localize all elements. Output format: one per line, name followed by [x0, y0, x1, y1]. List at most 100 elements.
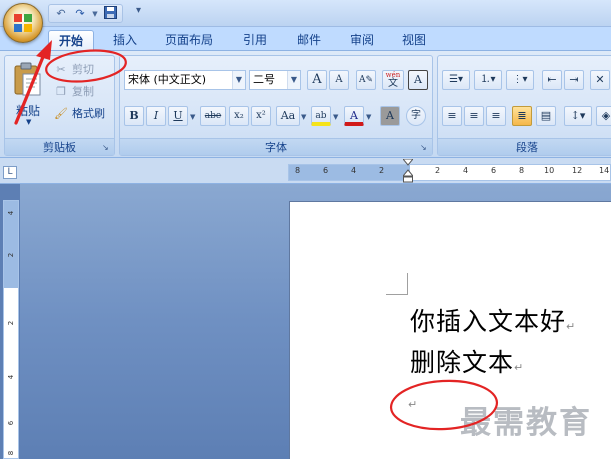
- font-size-dropdown-icon[interactable]: ▼: [287, 71, 300, 89]
- grow-font-label: A: [312, 72, 322, 87]
- ruler-tick: 4: [7, 374, 15, 380]
- decrease-indent-button[interactable]: ⇤: [542, 70, 562, 90]
- phonetic-guide-button[interactable]: wén 文: [382, 70, 404, 90]
- line-spacing-icon: ↕▾: [570, 109, 586, 122]
- empty-paragraph-mark[interactable]: ↵: [408, 398, 417, 411]
- chinese-layout-button[interactable]: ✕: [590, 70, 610, 90]
- font-dialog-launcher-icon[interactable]: ↘: [420, 143, 429, 152]
- tab-insert[interactable]: 插入: [103, 30, 147, 51]
- change-case-dropdown-icon[interactable]: ▼: [301, 113, 306, 121]
- undo-icon[interactable]: ↶: [53, 6, 69, 22]
- italic-label: I: [153, 109, 159, 122]
- shrink-font-button[interactable]: A: [329, 70, 349, 90]
- ruler-tick: 12: [572, 166, 583, 175]
- change-case-button[interactable]: Aa: [276, 106, 300, 126]
- character-border-button[interactable]: A: [408, 70, 428, 90]
- align-left-button[interactable]: ≡: [442, 106, 462, 126]
- font-size-combo[interactable]: 二号 ▼: [249, 70, 301, 90]
- clipboard-dialog-launcher-icon[interactable]: ↘: [102, 143, 111, 152]
- tab-mailings[interactable]: 邮件: [287, 30, 331, 51]
- distributed-icon: ▤: [540, 109, 552, 122]
- format-painter-button[interactable]: 🖌 格式刷: [53, 104, 105, 124]
- ruler-tick: 4: [463, 166, 469, 175]
- increase-indent-button[interactable]: ⇥: [564, 70, 584, 90]
- clear-format-icon: A✎: [358, 75, 374, 85]
- ruler-tick: 4: [351, 166, 357, 175]
- font-color-button[interactable]: A: [344, 106, 364, 126]
- title-bar: ↶ ↷ ▼ ▾: [0, 0, 611, 27]
- font-color-dropdown-icon[interactable]: ▼: [366, 113, 371, 121]
- clipboard-group-label: 剪贴板: [5, 138, 114, 155]
- tab-selector-button[interactable]: L: [3, 166, 17, 179]
- strikethrough-button[interactable]: abe: [200, 106, 226, 126]
- enclose-characters-label: 字: [411, 110, 421, 121]
- tab-home[interactable]: 开始: [48, 30, 95, 51]
- multilevel-list-button[interactable]: ⋮▾: [506, 70, 534, 90]
- ruler-tick: 8: [295, 166, 301, 175]
- vertical-ruler[interactable]: 4 2 2 4 6 8: [3, 200, 19, 459]
- redo-icon[interactable]: ↷: [72, 6, 88, 22]
- enclose-characters-button[interactable]: 字: [406, 106, 426, 126]
- bold-label: B: [129, 109, 139, 122]
- align-center-button[interactable]: ≡: [464, 106, 484, 126]
- bullets-icon: ☰▾: [449, 74, 463, 85]
- document-line[interactable]: 删除文本↵: [410, 343, 523, 379]
- font-name-dropdown-icon[interactable]: ▼: [232, 71, 245, 89]
- character-shading-button[interactable]: A: [380, 106, 400, 126]
- line-spacing-button[interactable]: ↕▾: [564, 106, 592, 126]
- format-painter-label: 格式刷: [72, 107, 105, 120]
- increase-indent-icon: ⇥: [569, 73, 579, 86]
- office-button[interactable]: [3, 3, 43, 43]
- paste-label: 粘贴: [16, 104, 41, 118]
- subscript-label: x₂: [234, 110, 244, 121]
- justify-icon: ≣: [517, 109, 527, 122]
- justify-button[interactable]: ≣: [512, 106, 532, 126]
- align-right-button[interactable]: ≡: [486, 106, 506, 126]
- italic-button[interactable]: I: [146, 106, 166, 126]
- grow-font-button[interactable]: A: [307, 70, 327, 90]
- copy-icon: ❐: [56, 85, 66, 98]
- tab-references[interactable]: 引用: [233, 30, 277, 51]
- numbering-button[interactable]: ⒈▾: [474, 70, 502, 90]
- clear-format-button[interactable]: A✎: [356, 70, 376, 90]
- underline-dropdown-icon[interactable]: ▼: [190, 113, 195, 121]
- tab-page-layout[interactable]: 页面布局: [155, 30, 223, 51]
- strikethrough-label: abe: [204, 111, 222, 121]
- document-line-text: 删除文本: [410, 348, 515, 377]
- chinese-layout-icon: ✕: [595, 73, 605, 86]
- copy-label: 复制: [72, 85, 94, 98]
- indent-marker-icon[interactable]: [403, 159, 413, 183]
- paintbrush-icon: 🖌: [54, 107, 68, 120]
- paste-button[interactable]: 粘贴 ▼: [9, 60, 47, 134]
- undo-dropdown-icon[interactable]: ▼: [91, 6, 99, 22]
- distributed-button[interactable]: ▤: [536, 106, 556, 126]
- ruler-tick: 14: [599, 166, 610, 175]
- bold-button[interactable]: B: [124, 106, 144, 126]
- underline-button[interactable]: U: [168, 106, 188, 126]
- font-color-label: A: [350, 109, 358, 122]
- customize-qat-icon[interactable]: ▾: [136, 5, 141, 16]
- margin-corner-mark: [386, 273, 408, 295]
- align-left-icon: ≡: [447, 109, 457, 122]
- shading-button[interactable]: ◈: [596, 106, 611, 126]
- ruler-tick: 6: [323, 166, 329, 175]
- font-group-label: 字体: [120, 138, 432, 155]
- bullets-button[interactable]: ☰▾: [442, 70, 470, 90]
- tab-review[interactable]: 审阅: [340, 30, 384, 51]
- horizontal-ruler[interactable]: 8 6 4 2 2 4 6 8 10 12 14: [288, 164, 611, 181]
- superscript-button[interactable]: x²: [251, 106, 271, 126]
- cut-button[interactable]: ✂ 剪切: [53, 60, 94, 80]
- font-name-combo[interactable]: 宋体 (中文正文) ▼: [124, 70, 246, 90]
- document-line[interactable]: 你插入文本好↵: [410, 302, 575, 338]
- font-group: 宋体 (中文正文) ▼ 二号 ▼ A A A✎ wén 文 A B I U ▼ …: [119, 55, 433, 156]
- align-center-icon: ≡: [469, 109, 479, 122]
- ribbon: 粘贴 ▼ ✂ 剪切 ❐ 复制 🖌 格式刷 剪贴板 ↘ 宋体 (中文正文) ▼ 二…: [0, 50, 611, 158]
- quick-access-toolbar: ↶ ↷ ▼: [48, 4, 123, 23]
- copy-button[interactable]: ❐ 复制: [53, 82, 94, 102]
- highlight-dropdown-icon[interactable]: ▼: [333, 113, 338, 121]
- tab-view[interactable]: 视图: [392, 30, 436, 51]
- highlight-button[interactable]: ab: [311, 106, 331, 126]
- subscript-button[interactable]: x₂: [229, 106, 249, 126]
- scissors-icon: ✂: [56, 63, 66, 76]
- save-icon[interactable]: [102, 5, 118, 22]
